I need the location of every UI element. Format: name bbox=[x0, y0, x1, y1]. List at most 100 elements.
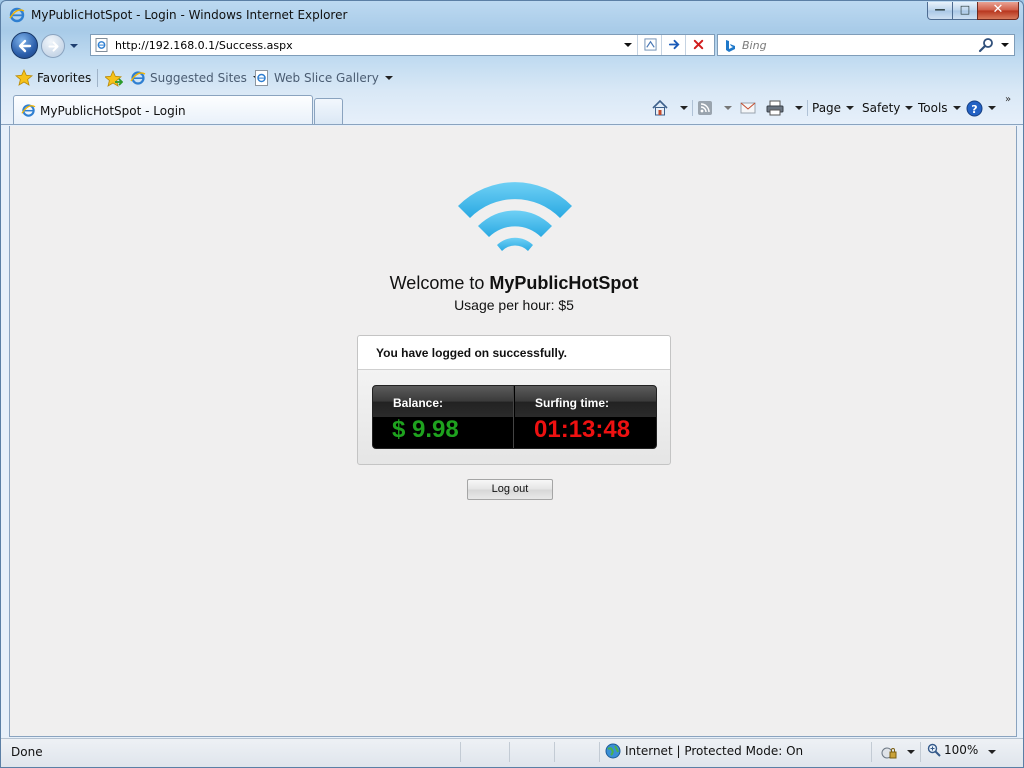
web-slice-gallery-link[interactable]: Web Slice Gallery bbox=[254, 69, 393, 87]
compatibility-view-icon bbox=[644, 38, 657, 51]
balance-label: Balance: bbox=[393, 396, 444, 410]
ie-icon bbox=[9, 7, 25, 23]
logout-button[interactable]: Log out bbox=[467, 479, 553, 500]
search-magnifier-icon[interactable] bbox=[978, 37, 996, 53]
divider bbox=[871, 742, 872, 762]
more-commands-chevron-icon[interactable]: » bbox=[1005, 94, 1011, 105]
divider bbox=[554, 742, 555, 762]
divider bbox=[692, 100, 693, 116]
zoom-magnifier-icon bbox=[927, 743, 941, 757]
stop-button[interactable] bbox=[685, 35, 714, 55]
bing-icon bbox=[726, 40, 735, 52]
chevron-down-icon bbox=[905, 106, 914, 110]
read-mail-button[interactable] bbox=[740, 98, 756, 118]
close-icon: ✕ bbox=[992, 2, 1004, 17]
minimize-button[interactable]: — bbox=[927, 2, 953, 20]
go-arrow-icon bbox=[668, 39, 680, 50]
search-input[interactable] bbox=[742, 38, 972, 53]
close-button[interactable]: ✕ bbox=[977, 2, 1019, 20]
chevron-down-icon bbox=[384, 76, 393, 80]
stop-x-icon bbox=[693, 39, 704, 50]
feeds-button[interactable] bbox=[697, 98, 732, 118]
divider bbox=[807, 100, 808, 116]
svg-text:?: ? bbox=[971, 103, 977, 116]
zoom-value: 100% bbox=[944, 743, 979, 757]
divider bbox=[509, 742, 510, 762]
favorites-label: Favorites bbox=[37, 71, 92, 85]
compatibility-view-button[interactable] bbox=[637, 35, 661, 55]
page-ie-icon bbox=[95, 38, 108, 52]
chevron-down-icon[interactable] bbox=[795, 106, 803, 110]
minimize-icon: — bbox=[934, 3, 946, 16]
address-bar[interactable]: http://192.168.0.1/Success.aspx bbox=[90, 34, 715, 56]
window-title: MyPublicHotSpot - Login - Windows Intern… bbox=[31, 8, 348, 22]
back-arrow-icon bbox=[18, 39, 32, 53]
ie-page-icon bbox=[255, 70, 268, 86]
go-button[interactable] bbox=[661, 35, 685, 55]
wifi-icon bbox=[458, 182, 572, 251]
mail-icon bbox=[740, 102, 756, 114]
success-message: You have logged on successfully. bbox=[376, 346, 567, 360]
page-menu-label: Page bbox=[812, 101, 842, 115]
brand-name: MyPublicHotSpot bbox=[489, 273, 639, 293]
favorites-star-icon bbox=[15, 69, 33, 86]
maximize-button[interactable]: □ bbox=[952, 2, 978, 20]
search-options-dropdown-icon[interactable] bbox=[1000, 40, 1010, 50]
title-bar: MyPublicHotSpot - Login - Windows Intern… bbox=[1, 1, 1023, 31]
search-box bbox=[717, 34, 1015, 56]
recent-pages-dropdown-icon[interactable] bbox=[69, 41, 79, 51]
rss-feed-icon bbox=[698, 101, 712, 115]
zoom-level[interactable]: 100% bbox=[927, 743, 978, 757]
welcome-heading: Welcome to MyPublicHotSpot bbox=[10, 273, 1018, 294]
forward-arrow-icon bbox=[48, 41, 59, 52]
forward-button[interactable] bbox=[41, 34, 65, 58]
suggested-sites-label: Suggested Sites bbox=[150, 71, 247, 85]
surfing-time-display: Surfing time: 01:13:48 bbox=[515, 386, 656, 448]
tab-mypublichotspot[interactable]: MyPublicHotSpot - Login bbox=[13, 95, 313, 124]
tab-row: MyPublicHotSpot - Login Page Safety Tool… bbox=[1, 93, 1023, 125]
panel-header: You have logged on successfully. bbox=[358, 336, 670, 370]
chevron-down-icon bbox=[988, 106, 996, 110]
favorites-button[interactable]: Favorites bbox=[15, 68, 91, 88]
maximize-icon: □ bbox=[959, 3, 971, 16]
divider bbox=[97, 69, 98, 87]
chevron-down-icon[interactable] bbox=[724, 106, 732, 110]
chevron-down-icon bbox=[952, 106, 961, 110]
web-slice-gallery-label: Web Slice Gallery bbox=[274, 71, 379, 85]
address-url[interactable]: http://192.168.0.1/Success.aspx bbox=[115, 39, 293, 52]
home-button[interactable] bbox=[651, 98, 688, 118]
surfing-time-value: 01:13:48 bbox=[534, 416, 631, 443]
security-zone-label: Internet | Protected Mode: On bbox=[625, 744, 804, 758]
security-zone[interactable]: Internet | Protected Mode: On bbox=[605, 743, 803, 759]
address-dropdown-icon[interactable] bbox=[623, 39, 633, 51]
session-panel: You have logged on successfully. Balance… bbox=[357, 335, 671, 465]
favorites-bar: Favorites Suggested Sites Web Slice Gall… bbox=[1, 63, 1023, 93]
navigation-bar: http://192.168.0.1/Success.aspx bbox=[1, 31, 1023, 61]
safety-menu-label: Safety bbox=[862, 101, 901, 115]
chevron-down-icon bbox=[846, 106, 855, 110]
printer-icon bbox=[766, 100, 784, 116]
status-bar: Done Internet | Protected Mode: On 100% bbox=[1, 738, 1023, 767]
tab-label: MyPublicHotSpot - Login bbox=[40, 104, 186, 118]
back-button[interactable] bbox=[11, 32, 38, 59]
status-text: Done bbox=[11, 745, 43, 759]
browser-window: MyPublicHotSpot - Login - Windows Intern… bbox=[0, 0, 1024, 768]
page-menu[interactable]: Page bbox=[812, 98, 855, 118]
chevron-down-icon bbox=[907, 750, 915, 754]
print-button[interactable] bbox=[766, 98, 803, 118]
tools-menu[interactable]: Tools bbox=[918, 98, 961, 118]
ie-icon bbox=[130, 71, 146, 85]
chevron-down-icon[interactable] bbox=[680, 106, 688, 110]
safety-menu[interactable]: Safety bbox=[862, 98, 914, 118]
globe-icon bbox=[605, 743, 621, 759]
ie-icon bbox=[21, 104, 36, 117]
tools-menu-label: Tools bbox=[918, 101, 948, 115]
suggested-sites-link[interactable]: Suggested Sites bbox=[130, 69, 261, 87]
divider bbox=[920, 742, 921, 762]
new-tab-button[interactable] bbox=[314, 98, 343, 124]
help-menu[interactable]: ? bbox=[966, 98, 996, 118]
protected-mode-button[interactable] bbox=[880, 744, 915, 760]
add-to-favorites-bar-icon[interactable] bbox=[105, 70, 123, 88]
zoom-dropdown-icon[interactable] bbox=[988, 750, 996, 754]
page-content: Welcome to MyPublicHotSpot Usage per hou… bbox=[9, 126, 1017, 737]
